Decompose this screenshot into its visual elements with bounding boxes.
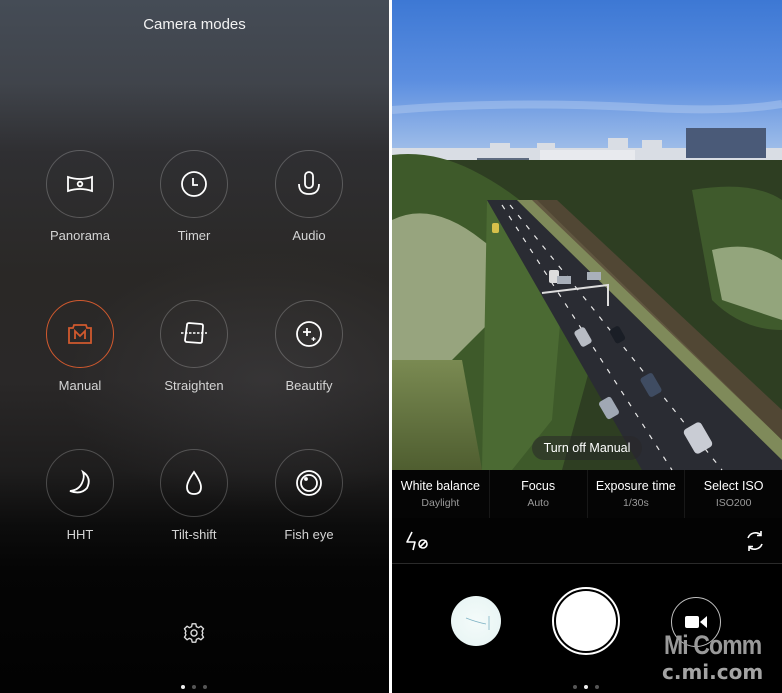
gear-icon[interactable] [183,622,205,644]
page-dot[interactable] [203,685,207,689]
watermark-brand: Mi Comm [664,630,762,660]
control-value: ISO200 [715,497,752,509]
droplet-icon [186,470,202,495]
control-name: Focus [521,479,556,493]
camera-viewfinder-panel: Turn off Manual White balance Daylight F… [392,0,782,693]
mode-beautify[interactable]: Beautify [254,300,364,393]
mode-label: Beautify [285,378,333,393]
mode-ring[interactable] [275,300,343,368]
mode-manual[interactable]: Manual [25,300,135,393]
exposure-time-control[interactable]: Exposure time 1/30s [588,470,686,518]
mode-label: Audio [292,228,326,243]
mode-straighten[interactable]: Straighten [139,300,249,393]
panel-title: Camera modes [143,16,246,33]
control-value: Auto [527,497,549,509]
page-dot[interactable] [595,685,599,689]
mode-label: Straighten [164,378,224,393]
mode-ring[interactable] [46,300,114,368]
mode-label: Manual [58,378,102,393]
mode-label: Timer [177,228,211,243]
mode-tilt-shift[interactable]: Tilt-shift [139,449,249,542]
mode-label: Tilt-shift [171,527,217,542]
page-dot-active[interactable] [181,685,185,689]
watermark-url: c.mi.com [662,660,764,684]
page-indicator [181,685,207,689]
mode-label: Fish eye [284,527,334,542]
mode-label: HHT [66,527,94,542]
mode-audio[interactable]: Audio [254,150,364,243]
page-dot[interactable] [192,685,196,689]
manual-camera-icon [68,324,92,344]
page-dot[interactable] [573,685,577,689]
control-name: White balance [400,479,480,493]
gallery-thumbnail[interactable] [451,596,501,646]
video-camera-icon [685,616,707,628]
straighten-icon [181,322,207,344]
microphone-icon [298,171,320,195]
control-name: Select ISO [703,479,764,493]
shutter-button[interactable] [552,587,620,655]
panorama-icon [67,175,93,193]
shutter-inner [556,591,616,651]
page-indicator [573,685,599,689]
mode-fish-eye[interactable]: Fish eye [254,449,364,542]
focus-control[interactable]: Focus Auto [490,470,588,518]
control-value: Daylight [421,497,460,509]
control-value: 1/30s [623,497,649,509]
moon-icon [69,469,90,494]
mode-ring[interactable] [46,449,114,517]
flash-off-icon[interactable] [404,530,430,552]
office-building [686,128,766,158]
page-dot-active[interactable] [584,685,588,689]
beautify-icon [296,321,322,347]
mode-ring[interactable] [160,150,228,218]
turn-off-manual-button[interactable]: Turn off Manual [532,436,642,460]
mode-label: Panorama [50,228,110,243]
white-balance-control[interactable]: White balance Daylight [392,470,490,518]
mode-ring[interactable] [160,300,228,368]
mode-ring[interactable] [160,449,228,517]
iso-control[interactable]: Select ISO ISO200 [685,470,782,518]
mode-ring[interactable] [275,449,343,517]
thumbnail-preview [465,616,490,630]
mode-ring[interactable] [275,150,343,218]
fisheye-icon [296,470,322,496]
mode-ring[interactable] [46,150,114,218]
mode-timer[interactable]: Timer [139,150,249,243]
camera-top-bar [392,518,782,564]
mode-panorama[interactable]: Panorama [25,150,135,243]
mode-hht[interactable]: HHT [25,449,135,542]
manual-controls-bar: White balance Daylight Focus Auto Exposu… [392,470,782,518]
timer-icon [181,171,207,197]
camera-modes-panel: Camera modes Panorama Timer Audio Manual… [0,0,389,693]
control-name: Exposure time [595,479,676,493]
switch-camera-icon[interactable] [744,530,766,552]
